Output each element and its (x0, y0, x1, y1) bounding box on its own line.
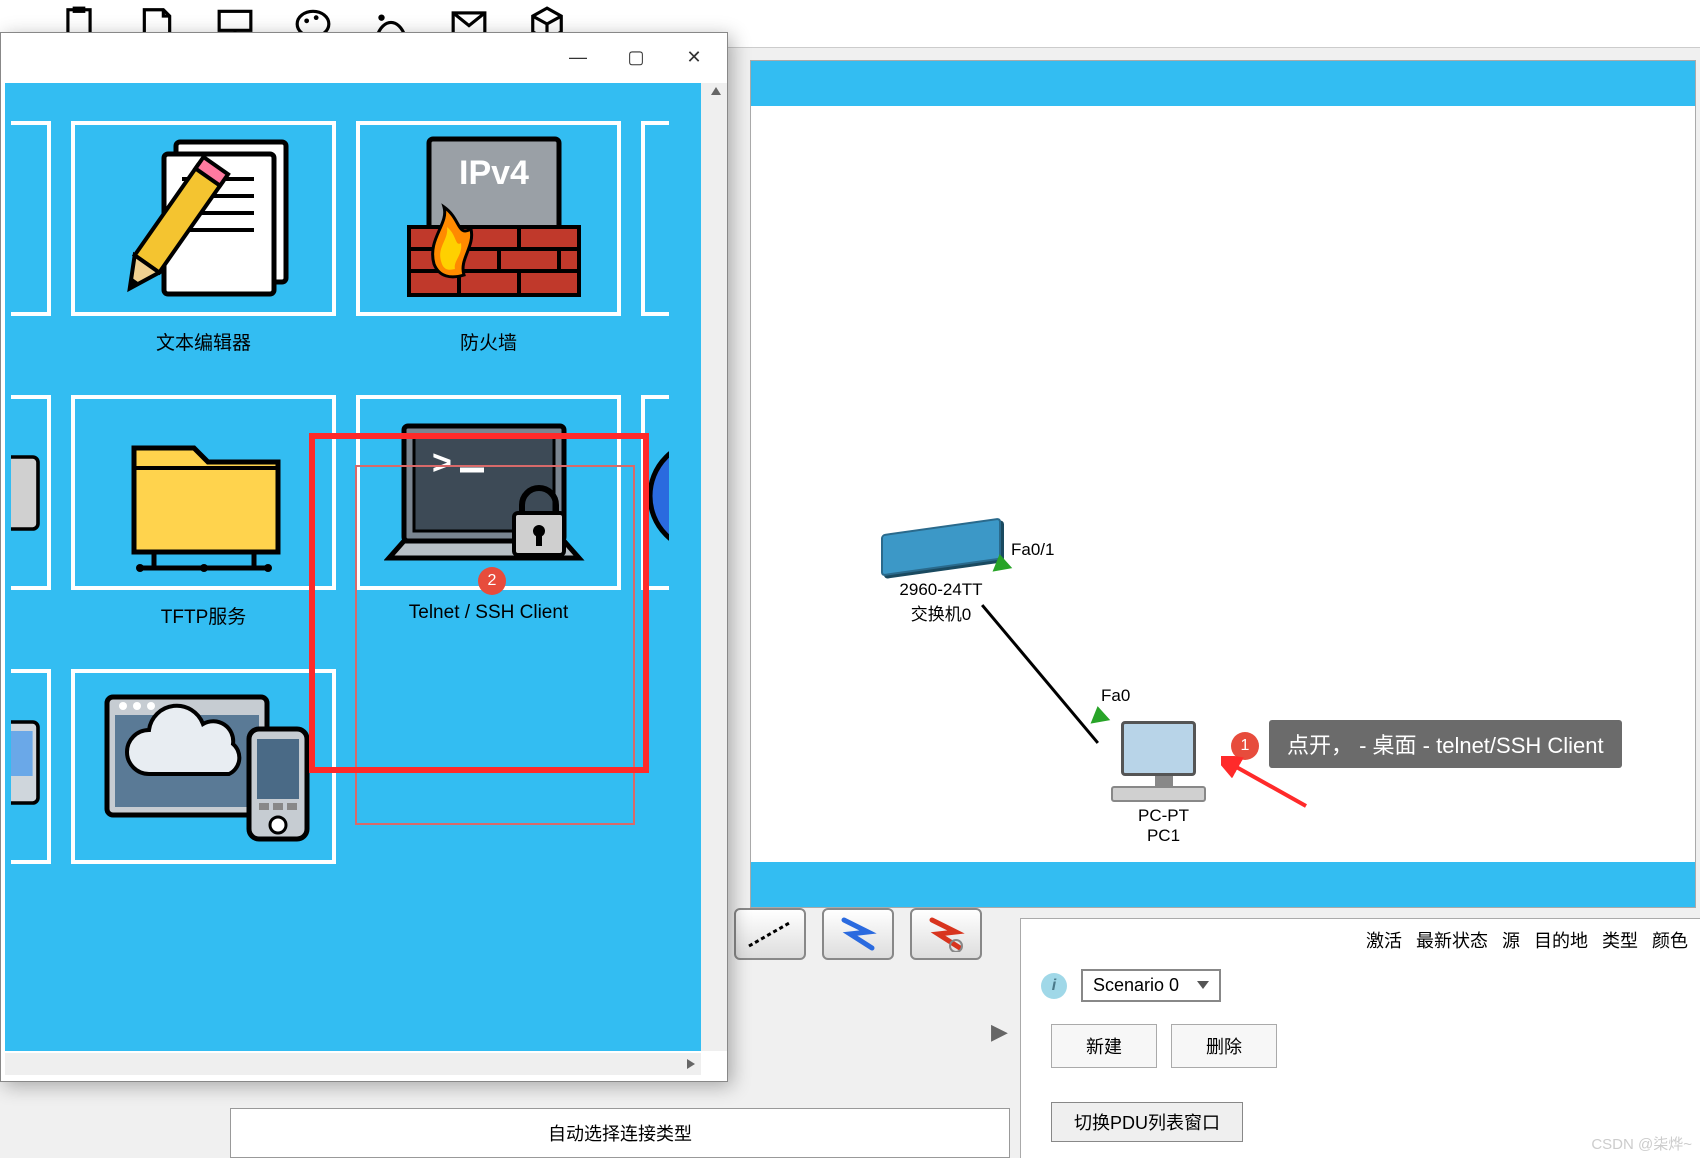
maximize-button[interactable]: ▢ (607, 37, 665, 77)
pc-desktop-window: — ▢ ✕ (0, 32, 728, 1082)
new-scenario-button[interactable]: 新建 (1051, 1024, 1157, 1068)
annotation-callout: 点开， - 桌面 - telnet/SSH Client (1269, 720, 1622, 768)
simulation-panel: ▶ 激活 最新状态 源 目的地 类型 颜色 i Scenario 0 新建 删除… (1020, 918, 1700, 1158)
connection-link[interactable] (981, 604, 1099, 744)
red-arrow-icon (1221, 756, 1311, 816)
desktop-tile-cloud[interactable] (71, 669, 336, 864)
desktop-tile-partial[interactable] (641, 121, 669, 316)
vertical-scrollbar[interactable] (705, 83, 727, 1051)
auto-connect-button[interactable] (734, 908, 806, 960)
close-button[interactable]: ✕ (665, 37, 723, 77)
cloud-pda-icon (89, 679, 319, 854)
device-pc[interactable]: PC-PTPC1 (1121, 721, 1206, 846)
pdu-toggle-button[interactable]: 切换PDU列表窗口 (1051, 1102, 1243, 1142)
horizontal-scrollbar[interactable] (5, 1053, 701, 1075)
lightning-blue-button[interactable] (822, 908, 894, 960)
sim-tools (734, 908, 994, 968)
topology-canvas[interactable]: 2960-24TT交换机0 Fa0/1 Fa0 PC-PTPC1 1 点开， -… (750, 60, 1696, 908)
svg-text:IPv4: IPv4 (459, 154, 529, 192)
switch-label: 2960-24TT交换机0 (881, 580, 1001, 625)
delete-scenario-button[interactable]: 删除 (1171, 1024, 1277, 1068)
firewall-icon: IPv4 (379, 129, 599, 309)
device-switch[interactable]: 2960-24TT交换机0 (881, 526, 1001, 568)
port-label-switch: Fa0/1 (1011, 540, 1054, 560)
pc-label: PC-PTPC1 (1121, 806, 1206, 846)
lightning-red-button[interactable] (910, 908, 982, 960)
link-status-up-icon (990, 552, 1012, 571)
play-button[interactable]: ▶ (991, 1019, 1008, 1045)
canvas-title-bar (751, 61, 1695, 106)
desktop-tile-partial[interactable] (11, 395, 51, 590)
desktop-tile-tftp[interactable]: TFTP服务 (71, 395, 336, 629)
desktop-tile-partial[interactable] (11, 669, 51, 864)
link-status-up-icon (1088, 704, 1110, 723)
text-editor-icon (104, 134, 304, 304)
minimize-button[interactable]: — (549, 37, 607, 77)
port-label-pc: Fa0 (1101, 686, 1130, 706)
canvas-footer-bar (751, 862, 1695, 907)
window-titlebar[interactable]: — ▢ ✕ (1, 33, 727, 81)
connection-type-footer: 自动选择连接类型 (230, 1108, 1010, 1158)
desktop-tile-firewall[interactable]: IPv4 (356, 121, 621, 355)
info-icon[interactable]: i (1041, 973, 1067, 999)
desktop-tile-texteditor[interactable]: 文本编辑器 (71, 121, 336, 355)
pdu-columns: 激活 最新状态 源 目的地 类型 颜色 (1021, 919, 1700, 961)
desktop-tile-partial[interactable] (11, 121, 51, 316)
folder-server-icon (104, 408, 304, 578)
annotation-highlight (309, 433, 649, 773)
scenario-dropdown[interactable]: Scenario 0 (1081, 969, 1221, 1002)
watermark: CSDN @柒烨~ (1591, 1133, 1692, 1154)
